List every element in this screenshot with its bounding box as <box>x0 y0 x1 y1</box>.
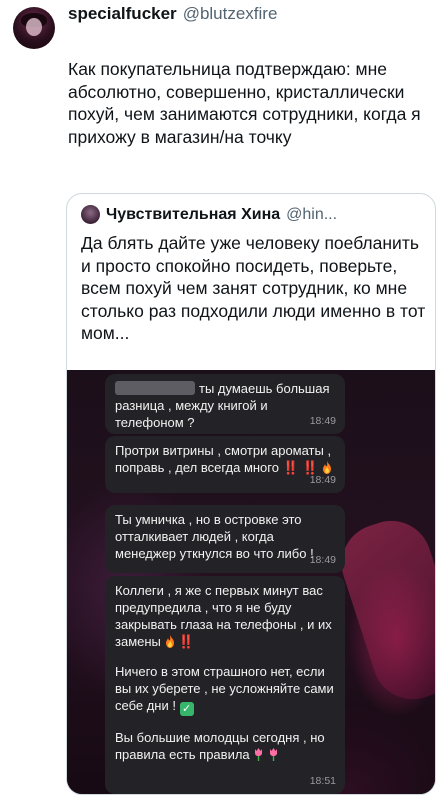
tulip-icon <box>269 748 277 761</box>
message-text: Вы большие молодцы сегодня , но правила … <box>115 730 325 762</box>
quoted-tweet-text: Да блять дайте уже человеку поебланить и… <box>81 233 426 343</box>
redacted-name <box>115 381 195 395</box>
quoted-tweet-header: Чувствительная Хина @hin... <box>81 205 337 224</box>
quoted-author-name: Чувствительная Хина <box>106 205 281 223</box>
message-text: Ты умничка , но в островке это отталкива… <box>115 512 314 561</box>
tweet-text: Как покупательница подтверждаю: мне абсо… <box>68 59 421 147</box>
message-paragraph: Коллеги , я же с первых минут вас предуп… <box>115 582 335 650</box>
message-time: 18:49 <box>309 554 336 566</box>
author-name[interactable]: specialfucker <box>68 4 177 24</box>
message-paragraph: Ничего в этом страшного нет, если вы их … <box>115 663 335 716</box>
quoted-author-avatar <box>81 205 100 224</box>
message-time: 18:51 <box>309 775 336 787</box>
message-time: 18:49 <box>309 474 336 486</box>
message-text: Коллеги , я же с первых минут вас предуп… <box>115 583 332 649</box>
check-icon: ✓ <box>179 702 194 716</box>
message-paragraph: Вы большие молодцы сегодня , но правила … <box>115 729 335 763</box>
author-avatar[interactable] <box>13 7 55 49</box>
fire-icon <box>165 635 174 648</box>
message-text: Ничего в этом страшного нет, если вы их … <box>115 664 334 713</box>
author-handle[interactable]: @blutzexfire <box>183 4 278 24</box>
quoted-tweet[interactable]: Чувствительная Хина @hin... Да блять дай… <box>66 193 436 795</box>
chat-message: Протри витрины , смотри ароматы , поправ… <box>105 436 345 493</box>
message-time: 18:49 <box>309 415 336 427</box>
tweet-header: specialfucker @blutzexfire <box>68 3 277 25</box>
quoted-author-handle: @hin... <box>286 205 338 223</box>
chat-message: ты думаешь большая разница , между книго… <box>105 374 345 434</box>
tulip-icon <box>255 748 263 761</box>
double-exclamation-icon: ‼️ <box>178 634 195 649</box>
chat-message: Коллеги , я же с первых минут вас предуп… <box>105 576 345 794</box>
quoted-tweet-image[interactable]: ты думаешь большая разница , между книго… <box>67 370 435 794</box>
chat-message: Ты умничка , но в островке это отталкива… <box>105 505 345 573</box>
